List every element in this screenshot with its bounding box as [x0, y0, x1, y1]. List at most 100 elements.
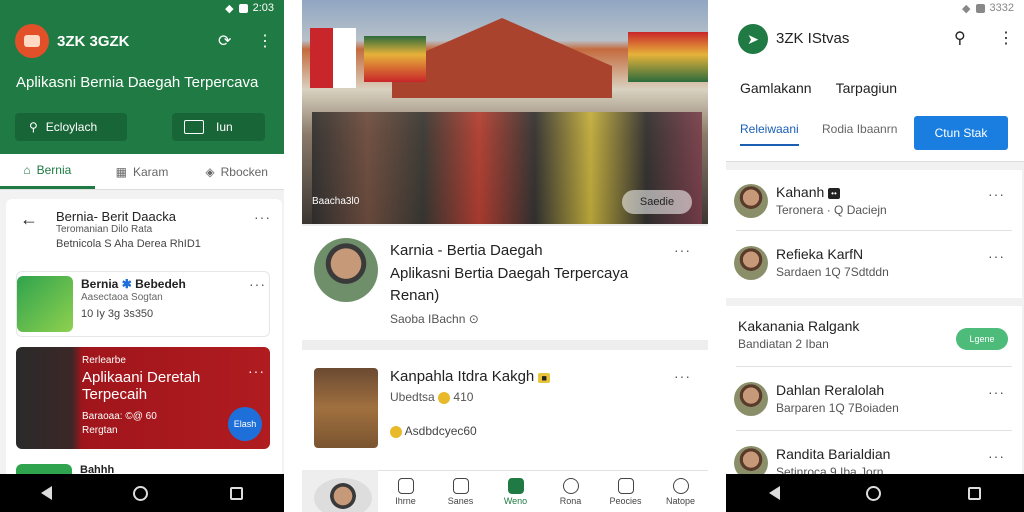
more-icon[interactable]: ···: [674, 368, 691, 384]
news-card[interactable]: Bernia ✱ Bebedeh Aasectaoa Sogtan 10 Iy …: [16, 271, 270, 337]
bottom-nav-label: Ihrne: [395, 495, 416, 506]
search-icon[interactable]: ⚲: [954, 28, 966, 48]
primary-action-button[interactable]: Ctun Stak: [914, 116, 1008, 150]
overflow-menu-icon[interactable]: ⋮: [257, 31, 273, 51]
nav-home-icon[interactable]: [133, 485, 149, 501]
section-nav: Gamlakann Tarpagiun: [726, 70, 1024, 106]
detail-subtitle: Teromanian Dilo Rata: [56, 224, 153, 235]
filter-bar: Releiwaani Rodia Ibaanrn Ctun Stak: [726, 106, 1024, 162]
hand-icon: [617, 477, 634, 494]
overflow-menu-icon[interactable]: ⋮: [998, 28, 1014, 48]
card-title: Bernia ✱ Bebedeh: [81, 277, 186, 291]
tab-bernia[interactable]: ⌂ Bernia: [0, 154, 95, 189]
tab-rbocken[interactable]: ◈ Rbocken: [189, 154, 284, 189]
status-badge: ••: [828, 187, 840, 199]
status-bar: ◆ 2:03: [0, 0, 284, 16]
tab-label: Karam: [133, 164, 169, 179]
nav-back-icon[interactable]: [40, 486, 52, 500]
hero-action-button[interactable]: Saedie: [622, 190, 692, 214]
article-card[interactable]: Kanpahla Itdra Kakgh ■ Ubedtsa 410 Asdbd…: [302, 350, 708, 470]
app-bar: ◆ 3332 ➤ 3ZK IStvas ⚲ ⋮: [726, 0, 1024, 70]
refresh-icon[interactable]: ⟳: [218, 31, 231, 51]
more-icon[interactable]: ···: [988, 186, 1005, 202]
contact-name: Kahanh ••: [776, 184, 840, 200]
wifi-icon: ◆: [225, 2, 234, 15]
detail-meta: Betnicola S Aha Derea RhID1: [56, 238, 201, 250]
coin-icon: [390, 425, 402, 438]
search-icon: ⚲: [29, 120, 38, 134]
nav-item-gamlakann[interactable]: Gamlakann: [740, 80, 812, 96]
bottom-nav-natope[interactable]: Natope: [653, 471, 708, 512]
nav-recents-icon[interactable]: [967, 486, 981, 500]
banner-meta-secondary: Rergtan: [82, 425, 118, 436]
article-card[interactable]: Karnia - Bertia Daegah Aplikasni Bertia …: [302, 226, 708, 340]
more-icon[interactable]: ···: [988, 384, 1005, 400]
battery-icon: [238, 3, 248, 13]
tab-releiwaani[interactable]: Releiwaani: [740, 122, 799, 146]
nav-back-icon[interactable]: [769, 486, 781, 500]
badge-icon: ■: [538, 373, 550, 383]
app-title: 3ZK 3GZK: [57, 33, 130, 50]
contact-name: Dahlan Reralolah: [776, 382, 885, 398]
card-thumbnail: [17, 276, 73, 332]
list-item[interactable]: Dahlan Reralolah Barparen 1Q 7Boiaden ··…: [726, 370, 1022, 428]
bottom-nav-weno[interactable]: Weno: [488, 471, 543, 512]
home-icon: [397, 477, 414, 494]
more-icon[interactable]: ···: [254, 209, 271, 225]
share-icon: ⊙: [468, 312, 479, 326]
more-icon[interactable]: ···: [988, 248, 1005, 264]
bottom-nav-label: Weno: [503, 495, 528, 506]
search-button[interactable]: ⚲ Ecloylach: [15, 113, 127, 141]
bottom-navigation: Ihrne Sanes Weno Rona Peocies Natope: [378, 470, 708, 512]
group-header[interactable]: Kakanania Ralgank Bandiatan 2 Iban Lgene: [726, 306, 1022, 364]
bottom-nav-label: Natope: [665, 495, 696, 506]
article-title: Karnia - Bertia Daegah: [390, 242, 543, 259]
banner-meta: Baraoaa: ©@ 60: [82, 411, 157, 422]
more-icon[interactable]: ···: [988, 448, 1005, 464]
list-item[interactable]: Refieka KarfN Sardaen 1Q 7Sdtddn ···: [726, 234, 1022, 292]
contact-meta: Sardaen 1Q 7Sdtddn: [776, 265, 889, 279]
bottom-nav-sanes[interactable]: Sanes: [433, 471, 488, 512]
back-arrow-icon[interactable]: ←: [20, 209, 38, 230]
battery-icon: [975, 3, 985, 13]
bottom-nav-rona[interactable]: Rona: [543, 471, 598, 512]
phone-screen-feed: Baacha3l0 Saedie Karnia - Bertia Daegah …: [302, 0, 708, 512]
status-pill[interactable]: Lgene: [956, 328, 1008, 350]
article-subtitle: Aplikasni Bertia Daegah Terpercaya: [390, 265, 629, 282]
nav-item-tarpagiun[interactable]: Tarpagiun: [836, 80, 898, 96]
system-nav-bar: [0, 474, 284, 512]
status-time: 3332: [989, 2, 1014, 14]
more-icon[interactable]: ···: [674, 242, 691, 258]
article-detail-panel: ← Bernia- Berit Daacka Teromanian Dilo R…: [6, 199, 282, 484]
list-item[interactable]: Kahanh •• Teronera · Q Daciejn ···: [726, 172, 1022, 230]
avatar: [734, 246, 768, 280]
nav-recents-icon[interactable]: [230, 486, 244, 500]
news-icon: [507, 477, 524, 494]
article-thumbnail: [314, 368, 378, 448]
hero-image[interactable]: Baacha3l0 Saedie: [302, 0, 708, 224]
banner-kicker: Rerlearbe: [82, 355, 126, 366]
tag-icon: ◈: [205, 164, 215, 179]
floating-action-button[interactable]: Elash: [228, 407, 262, 441]
more-icon[interactable]: ···: [248, 363, 265, 379]
article-tag: Asdbdcyec60: [390, 424, 477, 438]
divider: [736, 430, 1012, 431]
banner-title: Aplikaani Deretah Terpecaih: [82, 369, 201, 403]
filter-button[interactable]: Iun: [172, 113, 265, 141]
tab-rodia[interactable]: Rodia Ibaanrn: [822, 122, 897, 136]
avatar: [734, 382, 768, 416]
bottom-nav-peocies[interactable]: Peocies: [598, 471, 653, 512]
tab-label: Bernia: [36, 163, 72, 177]
bottom-nav-label: Rona: [559, 495, 582, 506]
nav-home-icon[interactable]: [866, 485, 882, 501]
app-logo: [15, 24, 49, 58]
verified-icon: ✱: [121, 277, 132, 291]
tab-karam[interactable]: ▦ Karam: [95, 154, 190, 189]
group-meta: Bandiatan 2 Iban: [738, 337, 829, 351]
author-avatar: [314, 238, 378, 302]
article-meta: Saoba IBachn ⊙: [390, 312, 479, 326]
category-tabs: ⌂ Bernia ▦ Karam ◈ Rbocken: [0, 154, 284, 190]
more-icon[interactable]: ···: [249, 276, 266, 292]
featured-banner[interactable]: Rerlearbe Aplikaani Deretah Terpecaih Ba…: [16, 347, 270, 449]
bottom-nav-home[interactable]: Ihrne: [378, 471, 433, 512]
